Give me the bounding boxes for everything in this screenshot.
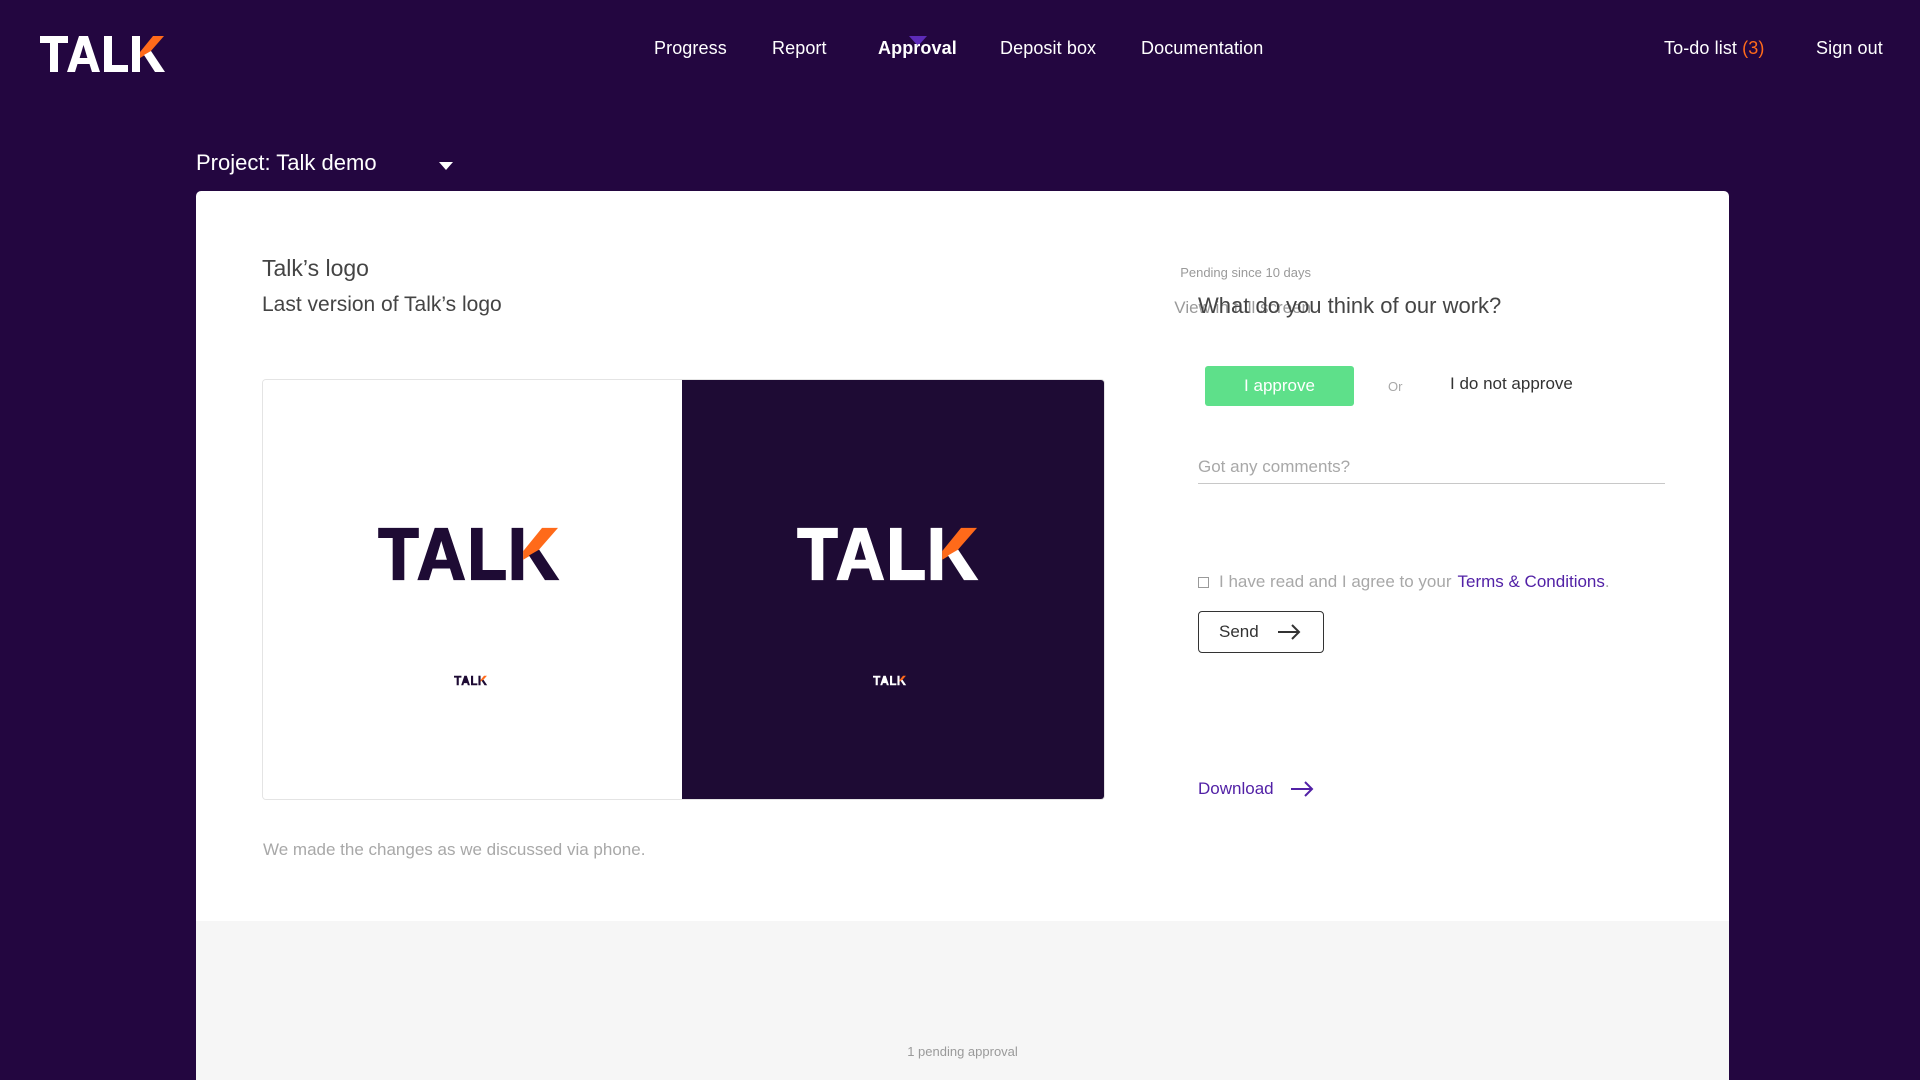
nav-report[interactable]: Report — [772, 38, 827, 59]
nav-deposit-box[interactable]: Deposit box — [1000, 38, 1096, 59]
asset-caption: We made the changes as we discussed via … — [263, 840, 646, 859]
or-label: Or — [1388, 379, 1403, 394]
nav-progress[interactable]: Progress — [654, 38, 727, 59]
asset-subtitle: Last version of Talk’s logo — [262, 293, 502, 316]
asset-title: Talk’s logo — [262, 255, 369, 281]
review-question: What do you think of our work? — [1198, 293, 1502, 318]
todo-list-label: To-do list — [1664, 38, 1738, 58]
top-bar: Progress Report Approval Deposit box Doc… — [0, 0, 1920, 100]
talk-logo-preview-light-text — [797, 527, 979, 581]
nav-approval[interactable]: Approval — [878, 38, 957, 59]
talk-logo-small-dark-text — [454, 675, 488, 686]
approval-card: Talk’s logo Last version of Talk’s logo … — [196, 191, 1729, 921]
talk-logo-preview-dark-text — [378, 527, 560, 581]
send-button[interactable]: Send — [1198, 611, 1324, 653]
todo-list-link[interactable]: To-do list (3) — [1664, 38, 1764, 59]
terms-checkbox[interactable] — [1198, 576, 1209, 588]
terms-row: I have read and I agree to your Terms & … — [1198, 571, 1610, 593]
preview-dark-panel — [682, 380, 1104, 799]
project-selector[interactable]: Project: Talk demo — [196, 150, 456, 180]
arrow-right-icon — [1290, 781, 1314, 797]
chevron-down-icon — [439, 162, 453, 170]
send-button-label: Send — [1219, 622, 1259, 641]
logo-preview[interactable] — [262, 379, 1105, 800]
approve-button[interactable]: I approve — [1205, 366, 1354, 406]
terms-text: I have read and I agree to your — [1219, 572, 1452, 591]
download-link[interactable]: Download — [1198, 779, 1314, 799]
terms-conditions-link[interactable]: Terms & Conditions — [1458, 572, 1605, 592]
talk-logo-small-light-text — [873, 675, 907, 686]
pending-approvals-footer: 1 pending approval — [196, 921, 1729, 1080]
nav-documentation[interactable]: Documentation — [1141, 38, 1263, 59]
todo-count-badge: (3) — [1742, 38, 1765, 58]
preview-light-panel — [263, 380, 682, 799]
arrow-right-icon — [1277, 624, 1301, 640]
pending-approvals-count: 1 pending approval — [907, 1044, 1018, 1059]
disapprove-button[interactable]: I do not approve — [1450, 374, 1573, 394]
pending-since-label: Pending since 10 days — [1180, 265, 1311, 280]
project-selector-label: Project: Talk demo — [196, 150, 377, 175]
download-label: Download — [1198, 779, 1274, 798]
sign-out-link[interactable]: Sign out — [1816, 38, 1883, 59]
main-nav: Progress Report Approval Deposit box Doc… — [0, 36, 1920, 62]
terms-period: . — [1604, 572, 1610, 591]
comments-input[interactable] — [1198, 450, 1665, 484]
